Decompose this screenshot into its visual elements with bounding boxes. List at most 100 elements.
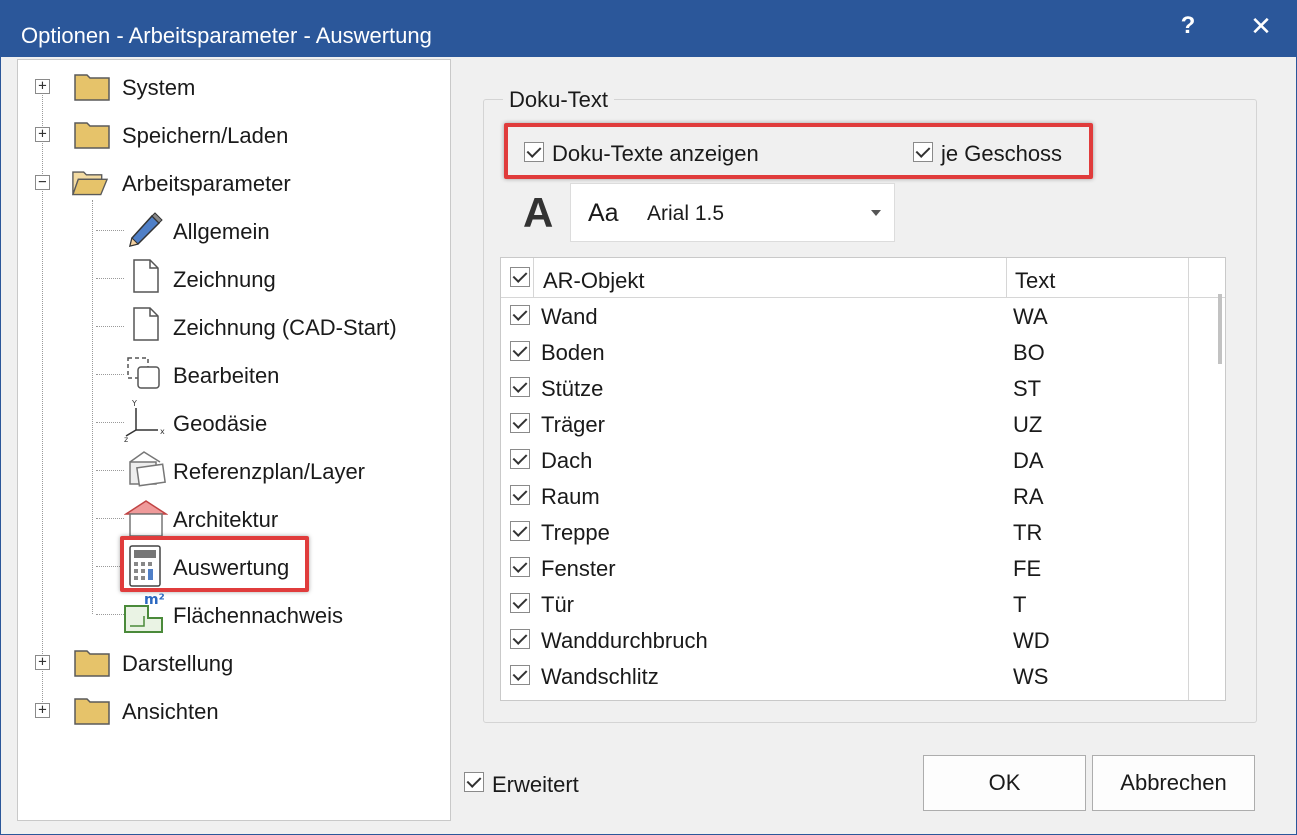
help-button[interactable]: ? [1168, 9, 1208, 43]
selected-item-highlight [120, 536, 309, 592]
column-header-object[interactable]: AR-Objekt [543, 268, 644, 294]
folder-icon [74, 74, 110, 101]
column-separator [533, 258, 534, 298]
cell-text[interactable]: T [1013, 592, 1026, 618]
vertical-scrollbar[interactable] [1218, 294, 1222, 364]
table-row[interactable]: Fenster FE [501, 550, 1189, 586]
document-icon [133, 259, 159, 293]
cell-text[interactable]: ST [1013, 376, 1041, 402]
close-button[interactable]: ✕ [1241, 9, 1281, 43]
row-checkbox[interactable] [510, 449, 530, 469]
edit-selection-icon [127, 357, 160, 389]
tree-item-bearbeiten[interactable]: Bearbeiten [173, 363, 279, 389]
cell-object: Dach [541, 448, 593, 473]
table-row[interactable]: Tür T [501, 586, 1189, 622]
tree-connector [96, 230, 124, 231]
pencil-icon [128, 212, 163, 248]
column-separator [1188, 258, 1189, 298]
extended-checkbox[interactable] [464, 772, 484, 792]
folder-icon [74, 122, 110, 149]
axis-icon: Y z x [124, 399, 165, 442]
cell-object: Wand [541, 304, 598, 329]
ok-button[interactable]: OK [923, 755, 1086, 811]
tree-item-speichern-laden[interactable]: Speichern/Laden [122, 123, 288, 149]
dropdown-arrow-icon[interactable] [871, 210, 881, 216]
tree-item-architektur[interactable]: Architektur [173, 507, 278, 533]
row-checkbox[interactable] [510, 557, 530, 577]
window-title: Optionen - Arbeitsparameter - Auswertung [21, 23, 432, 48]
cell-text[interactable]: RA [1013, 484, 1044, 510]
row-checkbox[interactable] [510, 485, 530, 505]
tree-connector [96, 278, 124, 279]
table-row[interactable]: Boden BO [501, 334, 1189, 370]
tree-item-ansichten[interactable]: Ansichten [122, 699, 219, 725]
extended-label[interactable]: Erweitert [492, 772, 579, 798]
table-row[interactable]: Wandschlitz WS [501, 658, 1189, 694]
expand-darstellung-toggle[interactable]: + [35, 655, 50, 670]
table-row[interactable]: Träger UZ [501, 406, 1189, 442]
folder-icon [74, 698, 110, 725]
cell-text[interactable]: TR [1013, 520, 1042, 546]
row-checkbox[interactable] [510, 629, 530, 649]
expand-system-toggle[interactable]: + [35, 79, 50, 94]
tree-item-geodaesie[interactable]: Geodäsie [173, 411, 267, 437]
row-checkbox[interactable] [510, 413, 530, 433]
row-checkbox[interactable] [510, 665, 530, 685]
table-row[interactable]: Wanddurchbruch WD [501, 622, 1189, 658]
column-header-text[interactable]: Text [1015, 268, 1055, 294]
cell-object: Träger [541, 412, 605, 437]
select-all-checkbox[interactable] [510, 267, 530, 287]
layer-plan-icon [129, 451, 166, 487]
house-icon [124, 500, 168, 537]
cell-text[interactable]: WS [1013, 664, 1048, 690]
cell-text[interactable]: UZ [1013, 412, 1042, 438]
tree-connector [96, 470, 124, 471]
row-checkbox[interactable] [510, 593, 530, 613]
collapse-arbeitsparameter-toggle[interactable]: − [35, 175, 50, 190]
row-checkbox[interactable] [510, 521, 530, 541]
tree-connector [96, 374, 124, 375]
tree-item-zeichnung[interactable]: Zeichnung [173, 267, 276, 293]
cancel-button[interactable]: Abbrechen [1092, 755, 1255, 811]
svg-text:x: x [160, 427, 165, 436]
tree-item-flaechennachweis[interactable]: Flächennachweis [173, 603, 343, 629]
cell-object: Wanddurchbruch [541, 628, 708, 653]
expand-speichern-toggle[interactable]: + [35, 127, 50, 142]
tree-item-allgemein[interactable]: Allgemein [173, 219, 270, 245]
options-dialog: Optionen - Arbeitsparameter - Auswertung… [0, 0, 1297, 835]
tree-item-arbeitsparameter[interactable]: Arbeitsparameter [122, 171, 291, 197]
column-separator [1188, 298, 1189, 700]
row-checkbox[interactable] [510, 377, 530, 397]
cell-text[interactable]: WA [1013, 304, 1048, 330]
tree-item-darstellung[interactable]: Darstellung [122, 651, 233, 677]
tree-item-referenzplan-layer[interactable]: Referenzplan/Layer [173, 459, 365, 485]
tree-connector [96, 422, 124, 423]
row-checkbox[interactable] [510, 341, 530, 361]
cell-text[interactable]: BO [1013, 340, 1045, 366]
tree-item-zeichnung-cad-start[interactable]: Zeichnung (CAD-Start) [173, 315, 397, 341]
font-name: Arial 1.5 [647, 202, 725, 225]
table-row[interactable]: Raum RA [501, 478, 1189, 514]
object-text-table: AR-Objekt Text Wand WA Boden BO Stütze ST Träg… [500, 257, 1226, 701]
cell-object: Boden [541, 340, 605, 365]
tree-connector [92, 200, 93, 614]
cell-object: Raum [541, 484, 600, 509]
font-select[interactable]: Aa Arial 1.5 [570, 183, 895, 242]
tree-item-system[interactable]: System [122, 75, 195, 101]
expand-ansichten-toggle[interactable]: + [35, 703, 50, 718]
tree-connector [96, 518, 124, 519]
cell-object: Tür [541, 592, 574, 617]
table-row[interactable]: Dach DA [501, 442, 1189, 478]
font-icon: A [523, 189, 554, 236]
table-row[interactable]: Treppe TR [501, 514, 1189, 550]
cell-text[interactable]: WD [1013, 628, 1050, 654]
title-bar: Optionen - Arbeitsparameter - Auswertung… [1, 1, 1296, 57]
document-icon [133, 307, 159, 341]
group-title: Doku-Text [503, 87, 615, 113]
cell-object: Treppe [541, 520, 610, 545]
table-row[interactable]: Stütze ST [501, 370, 1189, 406]
cell-text[interactable]: FE [1013, 556, 1041, 582]
table-row[interactable]: Wand WA [501, 298, 1189, 334]
row-checkbox[interactable] [510, 305, 530, 325]
cell-text[interactable]: DA [1013, 448, 1044, 474]
